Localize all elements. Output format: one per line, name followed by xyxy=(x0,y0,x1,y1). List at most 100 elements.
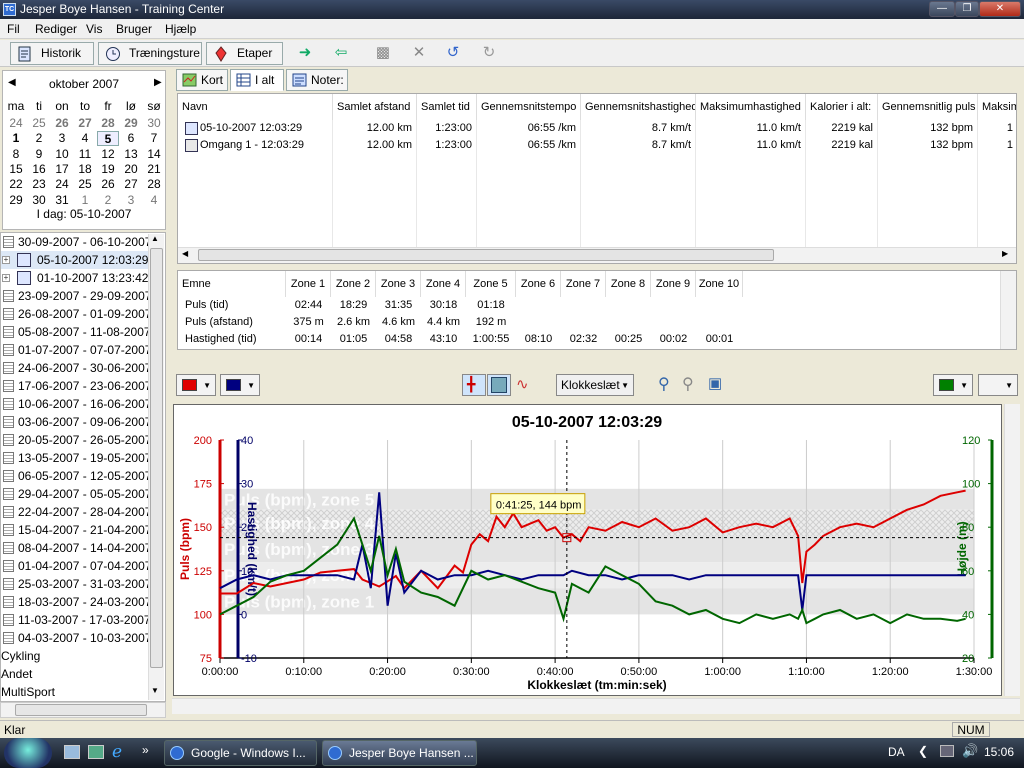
calendar-day[interactable]: 31 xyxy=(51,193,73,208)
device-icon[interactable]: ▩ xyxy=(372,44,394,62)
summary-column-header[interactable]: Gennemsnitshastighed xyxy=(581,94,696,120)
tree-vertical-scrollbar[interactable]: ▲ ▼ xyxy=(148,234,164,700)
zones-column-header[interactable]: Zone 4 xyxy=(421,271,466,297)
calendar-day[interactable]: 23 xyxy=(28,177,50,192)
tree-week[interactable]: 20-05-2007 - 26-05-2007 xyxy=(1,431,151,449)
zones-column-header[interactable]: Zone 1 xyxy=(286,271,331,297)
traeningsture-button[interactable]: Træningsture xyxy=(98,42,202,65)
calendar-day[interactable]: 2 xyxy=(28,131,50,146)
summary-horizontal-scrollbar[interactable]: ◀ ▶ xyxy=(178,247,1016,263)
tree-week[interactable]: 11-03-2007 - 17-03-2007 xyxy=(1,611,151,629)
calendar-day[interactable]: 26 xyxy=(51,116,73,131)
calendar-day[interactable]: 1 xyxy=(74,193,96,208)
tree-week[interactable]: 23-09-2007 - 29-09-2007 xyxy=(1,287,151,305)
zones-toggle-button[interactable] xyxy=(487,374,511,396)
language-indicator[interactable]: DA xyxy=(888,745,905,759)
zones-column-header[interactable]: Zone 9 xyxy=(651,271,696,297)
tree-week[interactable]: 24-06-2007 - 30-06-2007 xyxy=(1,359,151,377)
menu-vis[interactable]: Vis xyxy=(86,22,102,36)
zones-row[interactable]: Puls (tid) 02:44 18:29 31:35 30:18 01:18 xyxy=(178,297,998,314)
export-icon[interactable]: ⇦ xyxy=(330,44,352,62)
calendar-day[interactable]: 10 xyxy=(51,147,73,162)
undo-icon[interactable]: ↺ xyxy=(442,44,464,62)
calendar-day[interactable]: 27 xyxy=(74,116,96,131)
calendar-day[interactable]: 16 xyxy=(28,162,50,177)
chart-vertical-scrollbar[interactable] xyxy=(1004,404,1020,696)
tree-scroll-thumb[interactable] xyxy=(150,248,163,668)
calendar-day[interactable]: 15 xyxy=(5,162,27,177)
calendar-day[interactable]: 28 xyxy=(97,116,119,131)
task-google[interactable]: Google - Windows I... xyxy=(164,740,317,766)
zoom-out-icon[interactable]: ⚲ xyxy=(682,374,694,394)
next-month-arrow-icon[interactable]: ▶ xyxy=(154,77,162,88)
calendar-day[interactable]: 25 xyxy=(74,177,96,192)
calendar-day[interactable]: 3 xyxy=(51,131,73,146)
tree-week[interactable]: 01-04-2007 - 07-04-2007 xyxy=(1,557,151,575)
tree-week[interactable]: 10-06-2007 - 16-06-2007 xyxy=(1,395,151,413)
calendar-day[interactable]: 12 xyxy=(97,147,119,162)
calendar-day[interactable]: 9 xyxy=(28,147,50,162)
show-hidden-icons-icon[interactable]: ❮ xyxy=(918,744,928,758)
calendar-day[interactable]: 8 xyxy=(5,147,27,162)
menu-rediger[interactable]: Rediger xyxy=(35,22,77,36)
calendar-day[interactable]: 18 xyxy=(74,162,96,177)
scroll-left-arrow-icon[interactable]: ◀ xyxy=(182,249,188,258)
tree-week[interactable]: 13-05-2007 - 19-05-2007 xyxy=(1,449,151,467)
maximize-button[interactable]: ❐ xyxy=(955,1,979,17)
tree-week[interactable]: 22-04-2007 - 28-04-2007 xyxy=(1,503,151,521)
calendar-day[interactable]: 24 xyxy=(5,116,27,131)
tree-week[interactable]: 25-03-2007 - 31-03-2007 xyxy=(1,575,151,593)
summary-column-header[interactable]: Maksimumhastighed xyxy=(696,94,806,120)
crosshair-toggle-button[interactable]: ╋ xyxy=(462,374,486,396)
minimize-button[interactable]: — xyxy=(929,1,955,17)
zones-column-header[interactable]: Zone 5 xyxy=(466,271,516,297)
calendar-day[interactable]: 17 xyxy=(51,162,73,177)
expand-icon[interactable]: + xyxy=(2,274,10,282)
calendar-day[interactable]: 29 xyxy=(120,116,142,131)
calendar-day[interactable]: 6 xyxy=(120,131,142,146)
right-axis-color-button[interactable]: ▼ xyxy=(933,374,973,396)
tree-week[interactable]: 29-04-2007 - 05-05-2007 xyxy=(1,485,151,503)
menu-fil[interactable]: Fil xyxy=(7,22,20,36)
volume-icon[interactable]: 🔊 xyxy=(962,743,978,759)
summary-column-header[interactable]: Gennemsnitlig puls xyxy=(878,94,978,120)
zones-column-header[interactable]: Zone 3 xyxy=(376,271,421,297)
tree-category[interactable]: MultiSport xyxy=(1,683,151,701)
summary-column-header[interactable]: Navn xyxy=(178,94,333,120)
clock[interactable]: 15:06 xyxy=(984,745,1014,759)
calendar-day[interactable]: 27 xyxy=(120,177,142,192)
zones-column-header[interactable]: Emne xyxy=(178,271,286,297)
scroll-right-arrow-icon[interactable]: ▶ xyxy=(1002,249,1008,258)
zones-column-header[interactable]: Zone 8 xyxy=(606,271,651,297)
tree-week[interactable]: 18-03-2007 - 24-03-2007 xyxy=(1,593,151,611)
tree-week[interactable]: 15-04-2007 - 21-04-2007 xyxy=(1,521,151,539)
tree-week[interactable]: 08-04-2007 - 14-04-2007 xyxy=(1,539,151,557)
redo-icon[interactable]: ↻ xyxy=(478,44,500,62)
internet-explorer-icon[interactable]: ℯ xyxy=(112,742,122,762)
tree-week[interactable]: 03-06-2007 - 09-06-2007 xyxy=(1,413,151,431)
tree-week[interactable]: 30-09-2007 - 06-10-2007 xyxy=(1,233,151,251)
scroll-down-arrow-icon[interactable]: ▼ xyxy=(151,686,159,695)
close-button[interactable]: ✕ xyxy=(979,1,1021,17)
zones-row[interactable]: Puls (afstand) 375 m 2.6 km 4.6 km 4.4 km 192… xyxy=(178,314,998,331)
menu-hjaelp[interactable]: Hjælp xyxy=(165,22,196,36)
zones-column-header[interactable]: Zone 10 xyxy=(696,271,743,297)
calendar-day[interactable]: 4 xyxy=(74,131,96,146)
left-axis2-color-button[interactable]: ▼ xyxy=(220,374,260,396)
calendar-day[interactable]: 2 xyxy=(97,193,119,208)
etaper-button[interactable]: Etaper xyxy=(206,42,283,65)
summary-column-header[interactable]: Gennemsnitstempo xyxy=(477,94,581,120)
summary-row[interactable]: 05-10-2007 12:03:29 12.00 km 1:23:00 06:55 … xyxy=(178,120,1016,137)
zones-row[interactable]: Hastighed (tid) 00:14 01:05 04:58 43:10 1:00:… xyxy=(178,331,998,348)
tree-activity[interactable]: +01-10-2007 13:23:42 xyxy=(1,269,151,287)
import-icon[interactable]: ➜ xyxy=(294,44,316,62)
tree-week[interactable]: 06-05-2007 - 12-05-2007 xyxy=(1,467,151,485)
historik-button[interactable]: Historik xyxy=(10,42,94,65)
tree-week[interactable]: 01-07-2007 - 07-07-2007 xyxy=(1,341,151,359)
smoothing-toggle-button[interactable]: ∿ xyxy=(512,374,536,396)
calendar-day[interactable]: 20 xyxy=(120,162,142,177)
tree-week[interactable]: 04-03-2007 - 10-03-2007 xyxy=(1,629,151,647)
task-training-center[interactable]: Jesper Boye Hansen ... xyxy=(322,740,477,766)
time-mode-select[interactable]: Klokkeslæt ▼ xyxy=(556,374,634,396)
calendar-day[interactable]: 19 xyxy=(97,162,119,177)
